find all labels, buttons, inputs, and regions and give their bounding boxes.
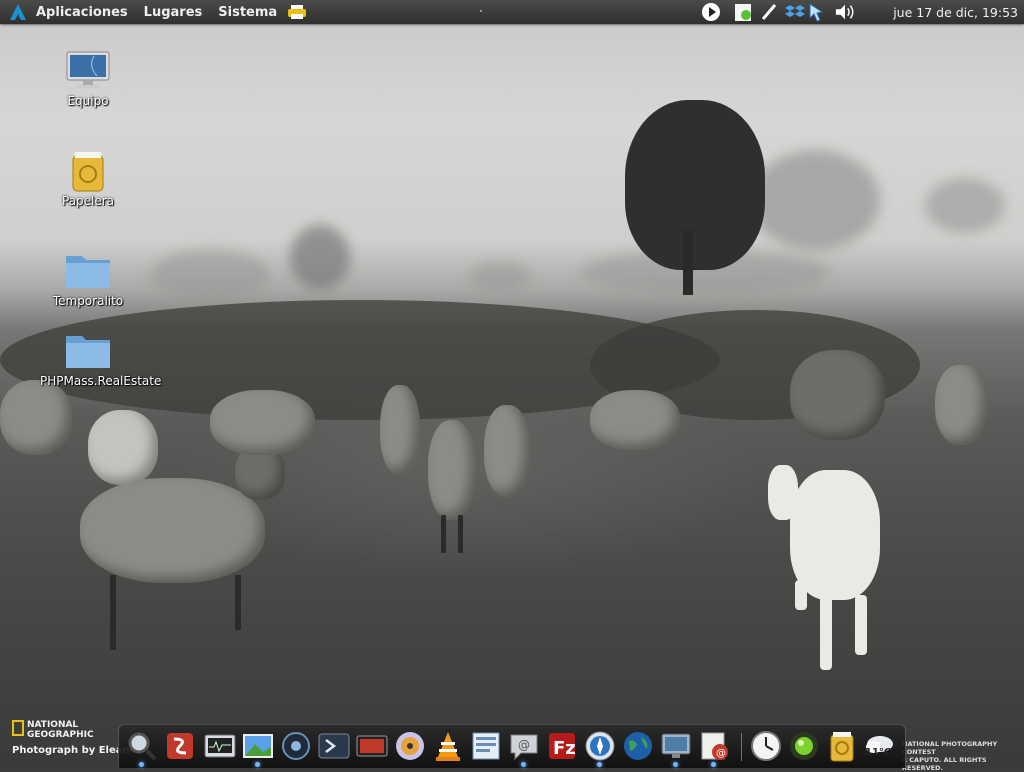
sheep-leg [110, 575, 116, 650]
top-panel: Aplicaciones Lugares Sistema jue 17 de d… [0, 0, 1024, 24]
sheep [590, 390, 680, 450]
menu-applications[interactable]: Aplicaciones [36, 5, 128, 20]
fog-bank [470, 262, 530, 292]
search-tool-icon[interactable] [125, 729, 159, 767]
svg-text:@: @ [716, 748, 726, 759]
clock[interactable]: jue 17 de dic, 19:53 [893, 5, 1018, 20]
video-app-icon[interactable] [355, 729, 389, 763]
sheep-leg [235, 575, 241, 630]
dock-separator [741, 733, 742, 761]
notes-icon[interactable] [733, 3, 753, 21]
presentation-app-icon[interactable] [163, 729, 197, 763]
sheep [88, 410, 158, 485]
trash-icon[interactable] [825, 729, 859, 763]
running-indicator [139, 762, 144, 767]
desktop-icon-phpmass[interactable]: PHPMass.RealEstate [40, 330, 162, 388]
sheep-leg [441, 515, 446, 553]
file-manager-icon[interactable] [469, 729, 503, 763]
dog-tail [768, 465, 798, 520]
printer-launcher-icon[interactable] [287, 3, 307, 21]
desktop-icon-temporalito[interactable]: Temporalito [40, 250, 136, 308]
running-indicator [597, 762, 602, 767]
sheep [210, 390, 315, 455]
dog-leg [855, 595, 867, 655]
image-viewer-icon[interactable] [241, 729, 275, 767]
folder-icon [64, 250, 112, 292]
desktop-icon-trash[interactable]: Papelera [40, 150, 136, 208]
mail-icon[interactable]: @ [697, 729, 731, 767]
media-play-icon[interactable] [701, 3, 721, 21]
music-player-icon[interactable] [279, 729, 313, 763]
sheep [935, 365, 987, 445]
background-tree [925, 178, 1005, 233]
chat-icon[interactable]: @ [507, 729, 541, 767]
svg-text:@: @ [518, 738, 530, 752]
dog-leg [795, 580, 807, 610]
system-tray: jue 17 de dic, 19:53 [695, 0, 1024, 24]
sheep [0, 380, 72, 455]
weather-icon[interactable]: 11°C [863, 729, 897, 763]
weather-temperature: 11°C [865, 747, 892, 758]
green-orb-icon[interactable] [787, 729, 821, 763]
pine-tree [625, 100, 765, 270]
contest-watermark: NATIONAL PHOTOGRAPHY CONTEST R CAPUTO. A… [902, 740, 1024, 772]
web-browser-icon[interactable] [583, 729, 617, 767]
brand-logo-icon [12, 720, 24, 736]
tree-trunk [683, 230, 693, 295]
menu-places[interactable]: Lugares [144, 5, 203, 20]
trash-icon [64, 150, 112, 192]
sheep-leg [458, 515, 463, 553]
dropbox-icon[interactable] [785, 3, 806, 21]
filezilla-icon[interactable]: Fz [545, 729, 579, 763]
sheep [484, 405, 530, 497]
network-globe-icon[interactable] [621, 729, 655, 763]
contest-line1: NATIONAL PHOTOGRAPHY CONTEST [902, 740, 998, 756]
sheep [428, 420, 476, 520]
clock-icon[interactable] [749, 729, 783, 763]
contest-line2: R CAPUTO. ALL RIGHTS RESERVED. [902, 756, 987, 772]
fog-bank [150, 250, 270, 300]
pen-tool-icon[interactable] [759, 3, 779, 21]
terminal-icon[interactable] [317, 729, 351, 763]
network-icon[interactable] [807, 3, 827, 22]
svg-text:Fz: Fz [553, 738, 576, 759]
sheep [380, 385, 420, 475]
disc-burner-icon[interactable] [393, 729, 427, 763]
sheep [790, 350, 885, 440]
desktop-icon-label: Papelera [61, 194, 115, 208]
running-indicator [711, 762, 716, 767]
desktop-icon-label: Equipo [67, 94, 109, 108]
running-indicator [521, 762, 526, 767]
folder-icon [64, 330, 112, 372]
brand-line1: NATIONAL [27, 720, 79, 730]
desktop-icon-computer[interactable]: Equipo [40, 50, 136, 108]
running-indicator [255, 762, 260, 767]
background-tree [750, 150, 880, 250]
vlc-icon[interactable] [431, 729, 465, 763]
menu-system[interactable]: Sistema [218, 5, 277, 20]
dog-leg [820, 595, 832, 670]
desktop-icon-label: PHPMass.RealEstate [40, 374, 162, 388]
brand-line2: GEOGRAPHIC [27, 730, 94, 740]
system-monitor-icon[interactable] [203, 729, 237, 763]
desktop-icon-label: Temporalito [52, 294, 124, 308]
volume-icon[interactable] [835, 3, 855, 21]
dock: @ Fz @ 11°C [118, 724, 906, 768]
panel-separator [480, 10, 482, 12]
remote-desktop-icon[interactable] [659, 729, 693, 767]
foreground-sheep [80, 478, 265, 583]
running-indicator [673, 762, 678, 767]
computer-icon [64, 50, 112, 92]
background-tree [290, 225, 350, 290]
brand-watermark: NATIONAL GEOGRAPHIC Photograph by Eleanor [12, 720, 141, 756]
distro-logo-icon[interactable] [8, 2, 28, 22]
